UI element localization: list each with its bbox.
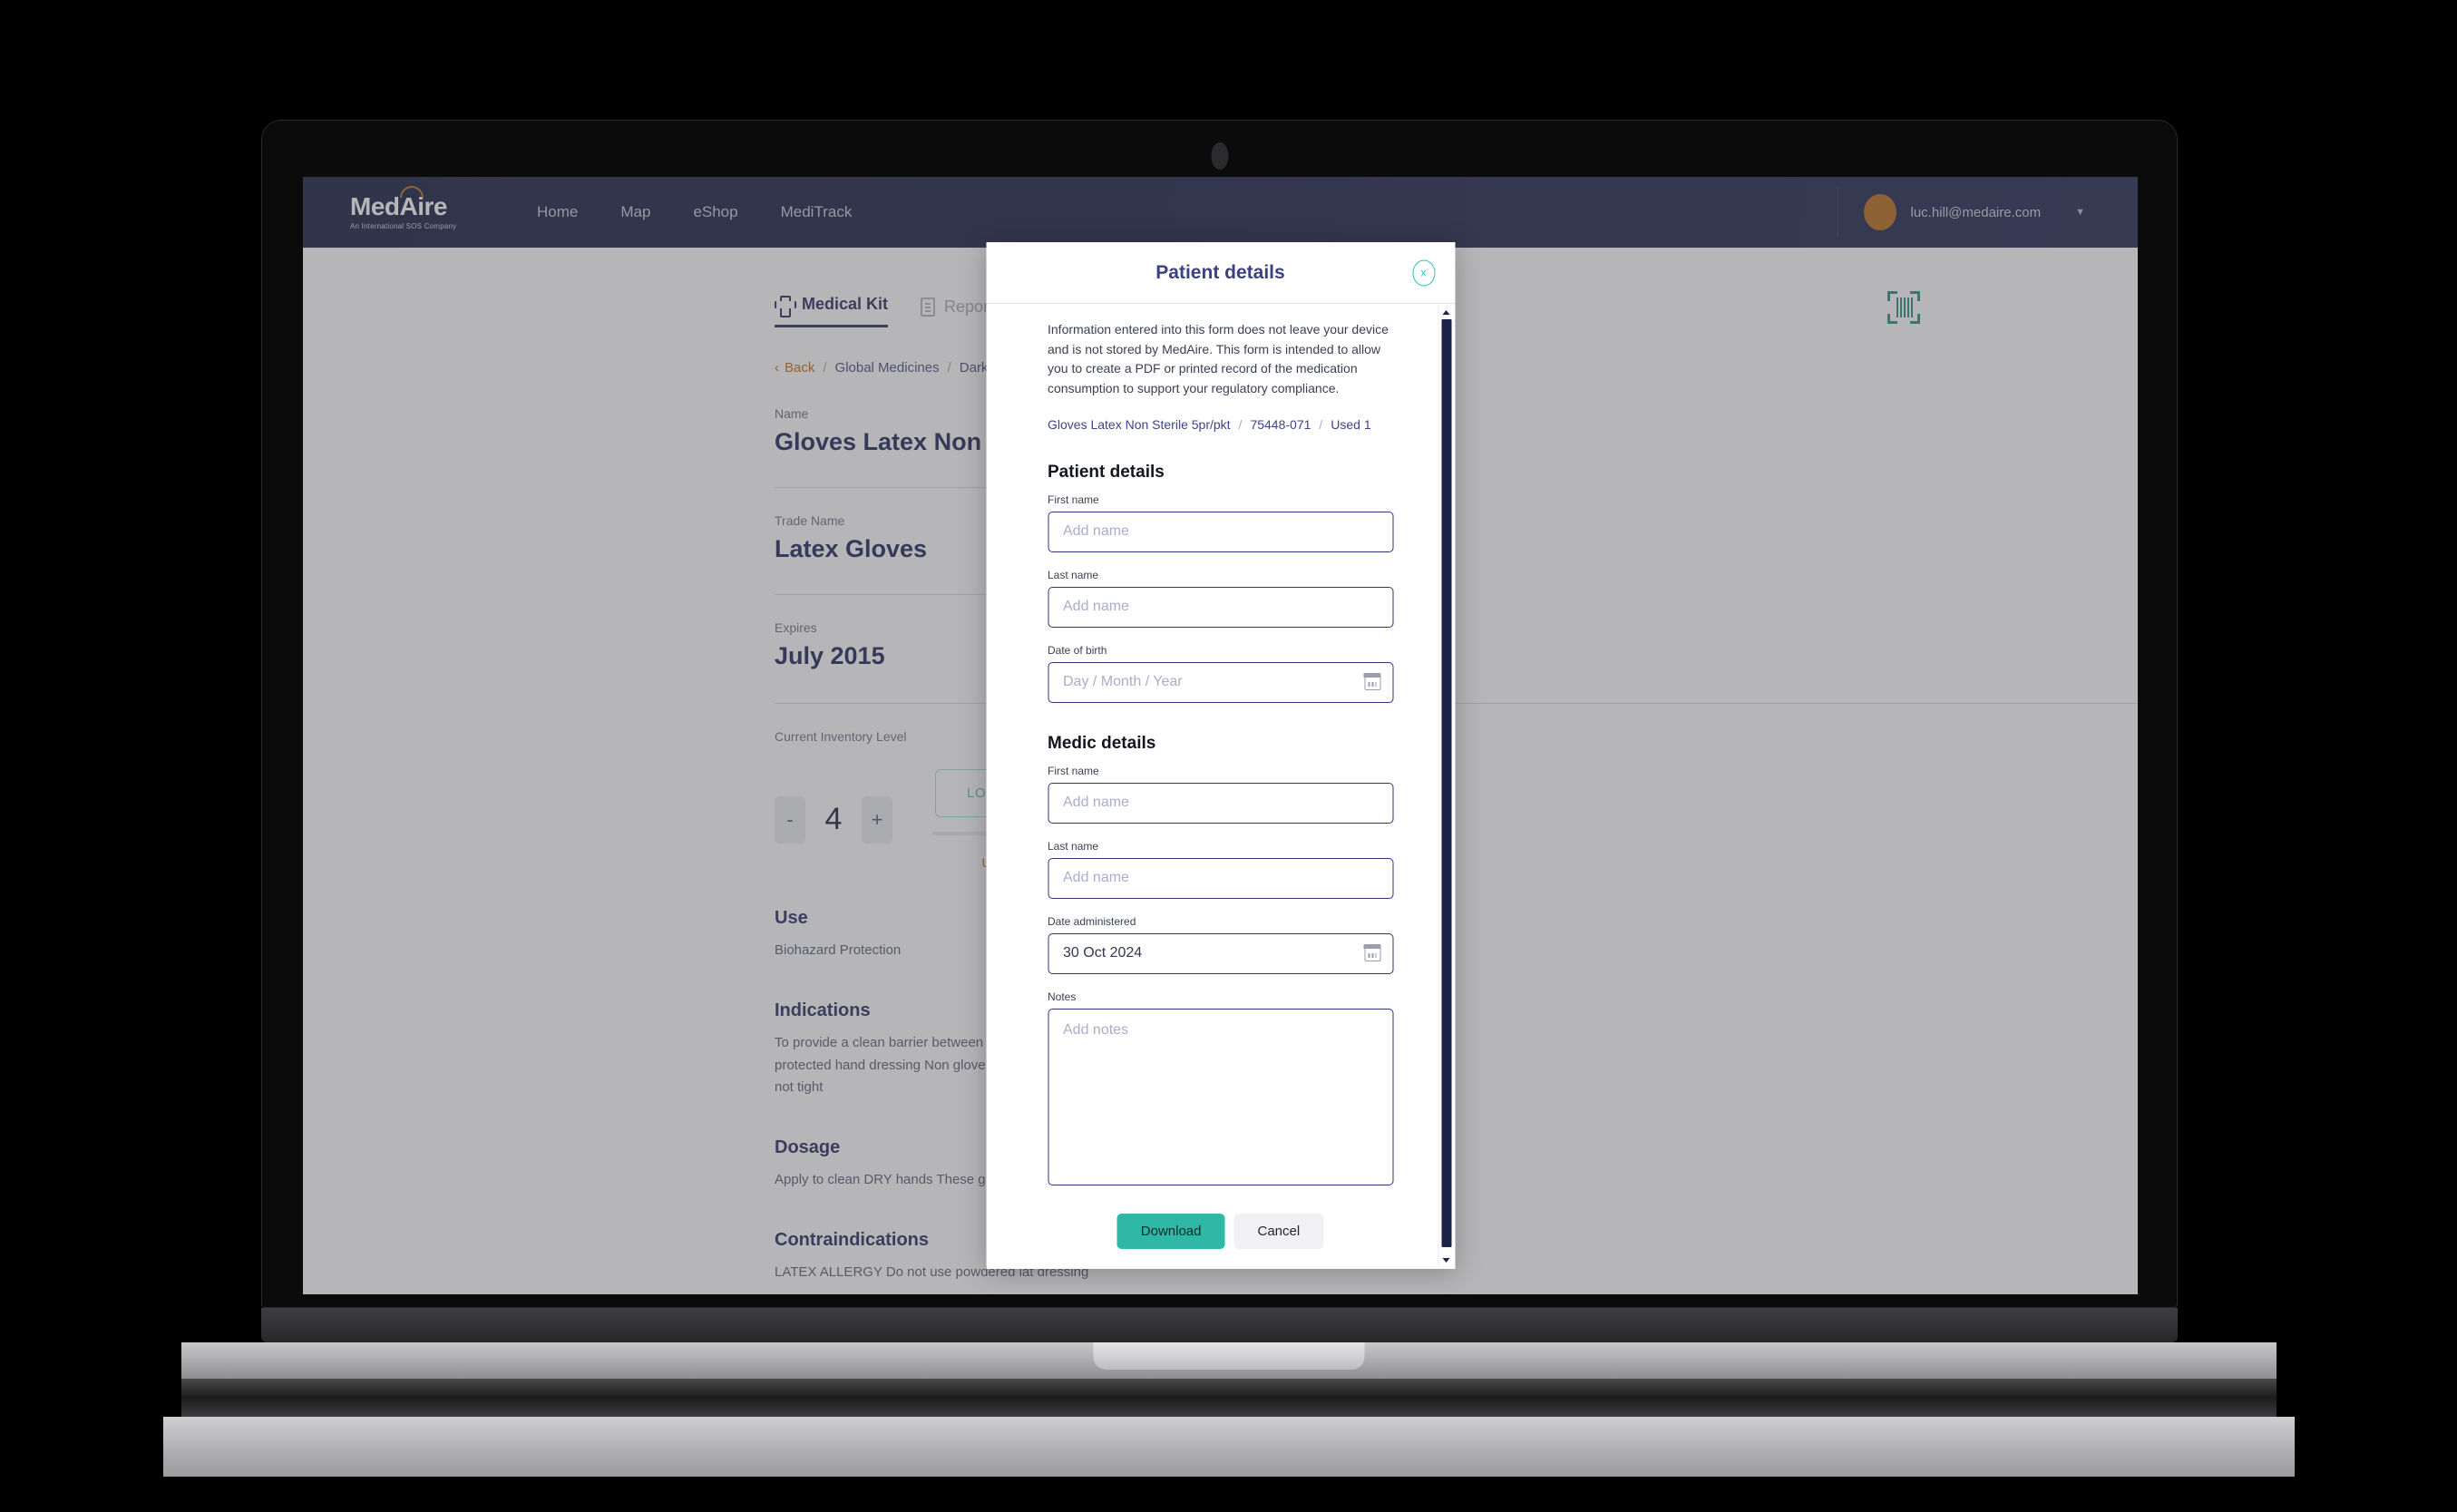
notes-label: Notes bbox=[1048, 990, 1077, 1003]
medic-date-administered-label: Date administered bbox=[1048, 914, 1136, 928]
scrollbar-down-arrow[interactable] bbox=[1438, 1253, 1454, 1267]
notes-wrap bbox=[1048, 1008, 1393, 1190]
laptop-base-notch bbox=[1093, 1342, 1364, 1370]
medic-section-title: Medic details bbox=[1048, 733, 1156, 753]
patient-first-name-wrap bbox=[1048, 511, 1393, 552]
patient-first-name-input[interactable] bbox=[1048, 511, 1393, 552]
modal-title: Patient details bbox=[1155, 261, 1285, 283]
laptop-screen: MedAire An International SOS Company Hom… bbox=[303, 177, 2138, 1294]
patient-last-name-input[interactable] bbox=[1048, 586, 1393, 628]
item-code: 75448-071 bbox=[1250, 416, 1311, 432]
modal-actions: Download Cancel bbox=[1048, 1213, 1393, 1249]
cancel-button[interactable]: Cancel bbox=[1233, 1213, 1324, 1249]
modal-scrollbar[interactable] bbox=[1438, 305, 1453, 1267]
modal-body: Information entered into this form does … bbox=[986, 304, 1455, 1269]
patient-section-title: Patient details bbox=[1048, 462, 1165, 482]
calendar-icon[interactable] bbox=[1363, 673, 1381, 690]
patient-last-name-label: Last name bbox=[1048, 568, 1099, 581]
download-button[interactable]: Download bbox=[1116, 1213, 1225, 1249]
webcam-dot bbox=[1211, 142, 1228, 170]
item-separator: / bbox=[1238, 416, 1243, 432]
laptop-lid: MedAire An International SOS Company Hom… bbox=[261, 120, 2178, 1308]
laptop-hinge bbox=[261, 1308, 2178, 1342]
modal-intro-text: Information entered into this form does … bbox=[1048, 322, 1389, 396]
item-separator: / bbox=[1319, 416, 1323, 432]
medic-first-name-label: First name bbox=[1048, 764, 1099, 777]
laptop-base-foot bbox=[163, 1417, 2295, 1477]
web-app: MedAire An International SOS Company Hom… bbox=[303, 177, 2138, 1294]
item-name[interactable]: Gloves Latex Non Sterile 5pr/pkt bbox=[1048, 417, 1231, 432]
patient-details-modal: Patient details x Information entered in… bbox=[986, 242, 1455, 1269]
medic-last-name-wrap bbox=[1048, 857, 1393, 899]
notes-textarea[interactable] bbox=[1048, 1008, 1393, 1185]
screenshot-stage: MedAire An International SOS Company Hom… bbox=[0, 0, 2457, 1512]
patient-last-name-wrap bbox=[1048, 586, 1393, 628]
patient-first-name-label: First name bbox=[1048, 493, 1099, 506]
medic-first-name-input[interactable] bbox=[1048, 782, 1393, 824]
medic-first-name-wrap bbox=[1048, 782, 1393, 824]
modal-header: Patient details x bbox=[986, 242, 1455, 304]
medic-date-administered-wrap bbox=[1048, 932, 1393, 974]
close-icon[interactable]: x bbox=[1412, 259, 1435, 286]
item-summary: Gloves Latex Non Sterile 5pr/pkt / 75448… bbox=[1048, 417, 1393, 432]
medic-last-name-input[interactable] bbox=[1048, 857, 1393, 899]
medic-last-name-label: Last name bbox=[1048, 839, 1099, 853]
scrollbar-thumb[interactable] bbox=[1441, 319, 1451, 1247]
item-used-count: Used 1 bbox=[1331, 416, 1371, 432]
medic-date-administered-input[interactable] bbox=[1048, 932, 1393, 974]
laptop-base-shadow bbox=[181, 1379, 2277, 1417]
scrollbar-up-arrow[interactable] bbox=[1438, 305, 1454, 319]
patient-dob-wrap bbox=[1048, 661, 1393, 703]
calendar-icon[interactable] bbox=[1363, 944, 1381, 961]
patient-dob-label: Date of birth bbox=[1048, 643, 1107, 657]
patient-dob-input[interactable] bbox=[1048, 661, 1393, 703]
